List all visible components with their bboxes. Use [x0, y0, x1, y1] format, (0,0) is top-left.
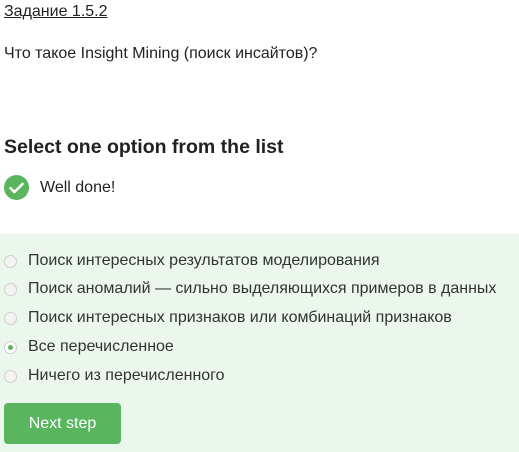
- option-label: Все перечисленное: [28, 338, 174, 355]
- option-item[interactable]: Поиск аномалий — сильно выделяющихся при…: [4, 278, 496, 300]
- step-title-link[interactable]: Задание 1.5.2: [4, 3, 108, 21]
- page: Задание 1.5.2 Что такое Insight Mining (…: [0, 0, 519, 452]
- option-item[interactable]: Поиск интересных признаков или комбинаци…: [4, 307, 452, 329]
- radio-button[interactable]: [4, 282, 17, 296]
- feedback-message: Well done!: [4, 175, 115, 200]
- radio-button-checked[interactable]: [4, 340, 17, 354]
- option-label: Поиск интересных признаков или комбинаци…: [28, 309, 452, 326]
- radio-dot: [8, 344, 13, 350]
- option-item-selected[interactable]: Все перечисленное: [4, 336, 174, 358]
- radio-button[interactable]: [4, 369, 17, 383]
- feedback-text: Well done!: [40, 178, 116, 196]
- quiz-title: Select one option from the list: [4, 136, 284, 158]
- option-label: Поиск аномалий — сильно выделяющихся при…: [28, 280, 497, 297]
- option-label: Ничего из перечисленного: [28, 367, 225, 384]
- option-label: Поиск интересных результатов моделирован…: [28, 252, 380, 269]
- radio-button[interactable]: [4, 311, 17, 325]
- radio-button[interactable]: [4, 254, 17, 268]
- check-circle-icon: [4, 175, 29, 200]
- question-text: Что такое Insight Mining (поиск инсайтов…: [4, 45, 318, 62]
- next-step-button[interactable]: Next step: [4, 403, 121, 444]
- option-item[interactable]: Поиск интересных результатов моделирован…: [4, 250, 380, 272]
- option-item[interactable]: Ничего из перечисленного: [4, 365, 225, 387]
